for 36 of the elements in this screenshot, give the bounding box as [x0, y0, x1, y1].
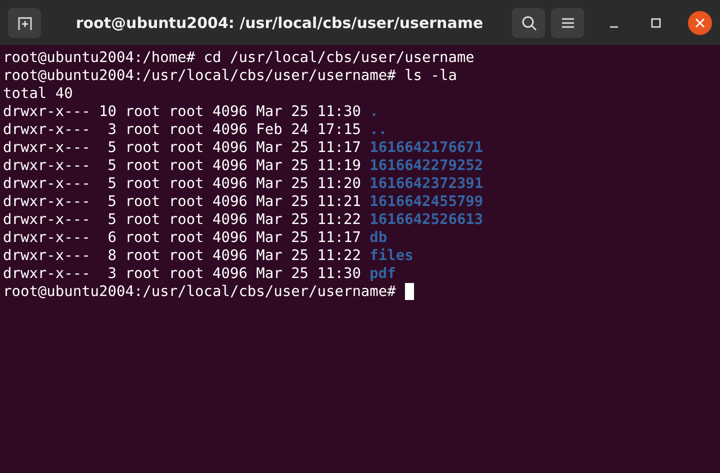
listing-attributes: drwxr-x--- 3 root root 4096 Mar 25 11:30 [3, 266, 361, 282]
directory-name: 1616642176671 [370, 140, 484, 156]
terminal-line: total 40 [3, 86, 73, 102]
cursor [404, 283, 414, 300]
minimize-icon [609, 26, 619, 28]
directory-name: files [370, 248, 414, 264]
directory-name: pdf [370, 266, 396, 282]
maximize-icon [651, 18, 661, 28]
directory-name: 1616642455799 [370, 194, 484, 210]
listing-attributes: drwxr-x--- 5 root root 4096 Mar 25 11:19 [3, 158, 361, 174]
listing-attributes: drwxr-x--- 5 root root 4096 Mar 25 11:22 [3, 212, 361, 228]
window-title: root@ubuntu2004: /usr/local/cbs/user/username [74, 14, 484, 32]
prompt: root@ubuntu2004:/usr/local/cbs/user/username# [3, 284, 396, 300]
directory-name: 1616642526613 [370, 212, 484, 228]
directory-name: .. [370, 122, 388, 138]
terminal-line: root@ubuntu2004:/usr/local/cbs/user/username# ls -la [3, 68, 457, 84]
listing-attributes: drwxr-x--- 5 root root 4096 Mar 25 11:20 [3, 176, 361, 192]
close-icon [695, 18, 705, 28]
new-tab-button[interactable] [8, 8, 41, 38]
listing-attributes: drwxr-x--- 8 root root 4096 Mar 25 11:22 [3, 248, 361, 264]
directory-name: . [370, 104, 378, 120]
search-icon [520, 14, 536, 30]
listing-attributes: drwxr-x--- 6 root root 4096 Mar 25 11:17 [3, 230, 361, 246]
search-button[interactable] [512, 8, 545, 38]
listing-attributes: drwxr-x--- 5 root root 4096 Mar 25 11:17 [3, 140, 361, 156]
new-tab-icon [16, 14, 32, 30]
listing-attributes: drwxr-x--- 5 root root 4096 Mar 25 11:21 [3, 194, 361, 210]
menu-button[interactable] [551, 8, 584, 38]
terminal-line: root@ubuntu2004:/home# cd /usr/local/cbs/user/username [3, 50, 474, 66]
directory-name: db [370, 230, 388, 246]
close-button[interactable] [688, 10, 712, 34]
listing-attributes: drwxr-x--- 3 root root 4096 Feb 24 17:15 [3, 122, 361, 138]
directory-name: 1616642372391 [370, 176, 484, 192]
menu-icon [560, 16, 574, 28]
listing-attributes: drwxr-x--- 10 root root 4096 Mar 25 11:30 [3, 104, 361, 120]
directory-name: 1616642279252 [370, 158, 484, 174]
